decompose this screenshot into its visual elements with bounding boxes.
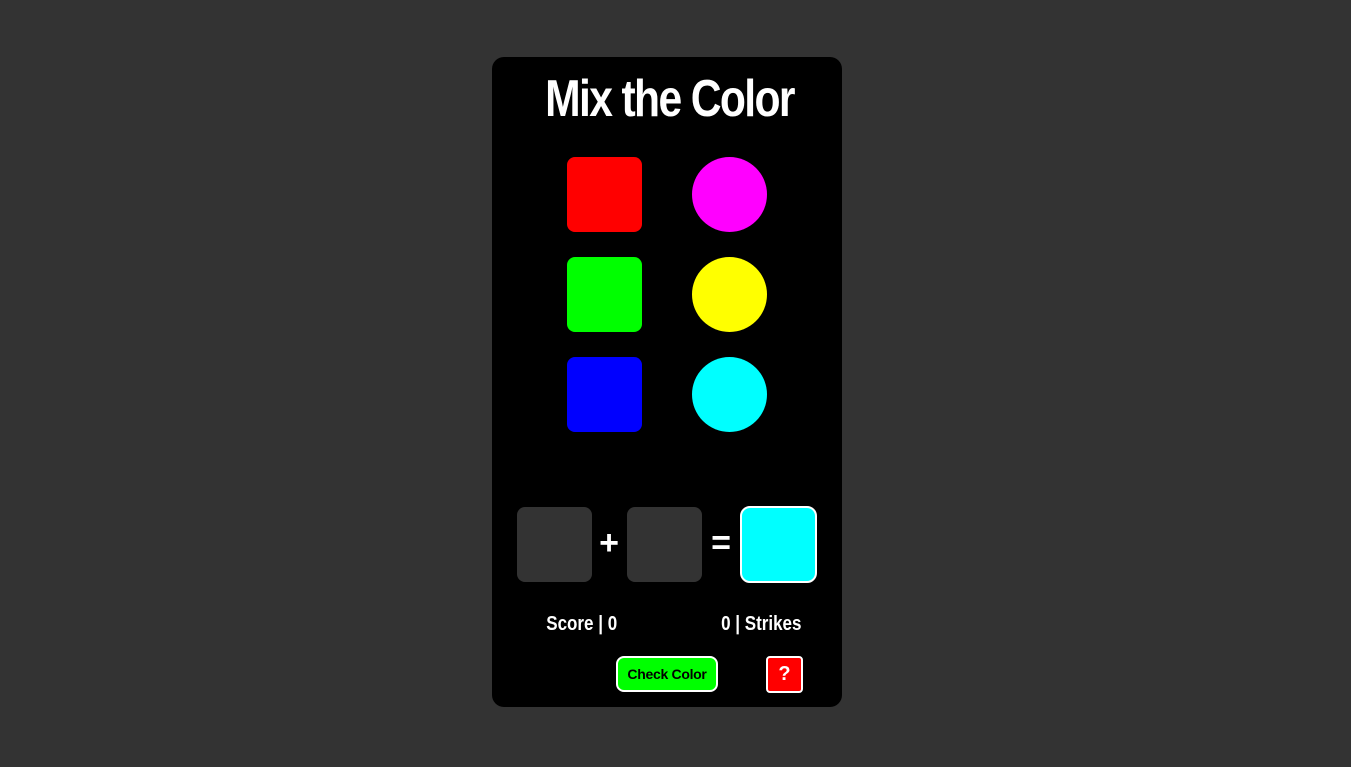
swatch-red[interactable] <box>567 157 642 232</box>
swatch-cyan[interactable] <box>692 357 767 432</box>
game-title: Mix the Color <box>545 70 795 128</box>
score-display: Score | 0 <box>546 613 618 635</box>
mix-slot-first[interactable] <box>517 507 592 582</box>
equals-sign: = <box>711 524 731 562</box>
swatch-green[interactable] <box>567 257 642 332</box>
target-color-box <box>740 506 817 583</box>
swatch-blue[interactable] <box>567 357 642 432</box>
mix-slot-second[interactable] <box>627 507 702 582</box>
plus-sign: + <box>599 524 619 562</box>
game-card: Mix the Color + = Score | 0 0 | Strikes … <box>492 57 842 707</box>
strikes-display: 0 | Strikes <box>721 613 802 635</box>
check-color-button[interactable]: Check Color <box>616 656 718 692</box>
swatch-magenta[interactable] <box>692 157 767 232</box>
swatch-yellow[interactable] <box>692 257 767 332</box>
help-button[interactable]: ? <box>766 656 803 693</box>
